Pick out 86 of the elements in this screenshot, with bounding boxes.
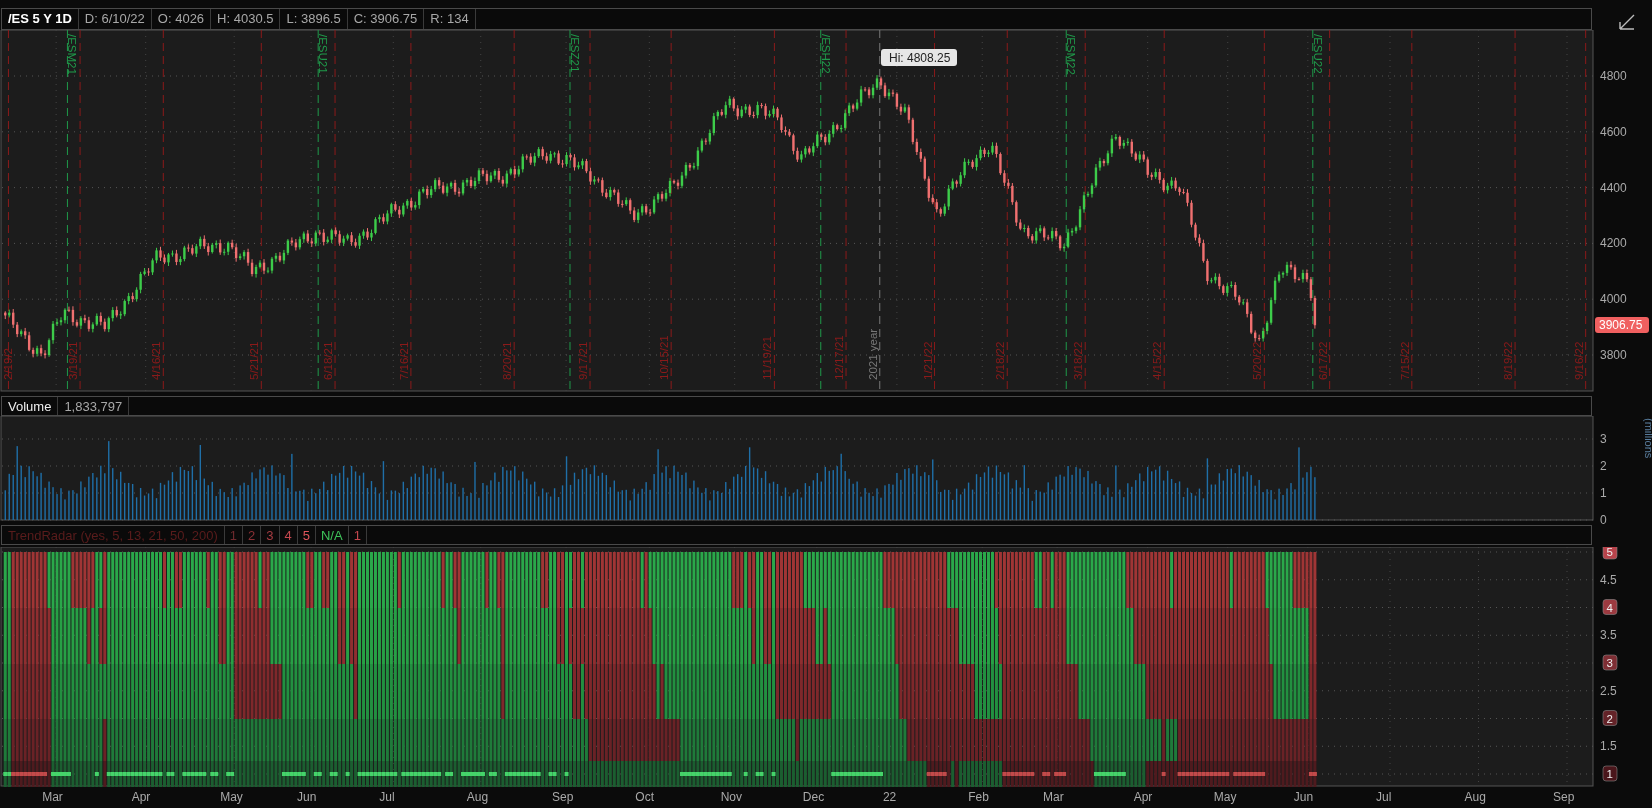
level-legend-item: 1 — [224, 526, 244, 544]
level-axis-label: 4.5 — [1600, 572, 1617, 587]
quote-field: R: 134 — [424, 8, 476, 29]
quote-field: H: 4030.5 — [211, 8, 281, 29]
volume-value: 1,833,797 — [58, 397, 130, 415]
month-label: Dec — [802, 790, 825, 804]
month-label: Sep — [552, 790, 574, 804]
date-label: 6/17/22 — [1316, 341, 1329, 380]
expiration-label: /ESH22 — [819, 34, 832, 74]
month-label: Jul — [379, 790, 395, 804]
high-price-label: Hi: 4808.25 — [881, 49, 957, 66]
month-label: Jul — [1376, 790, 1392, 804]
volume-axis-label: 0 — [1600, 513, 1607, 527]
drawing-tools-icon[interactable] — [1618, 12, 1636, 31]
month-label: Aug — [466, 790, 489, 804]
price-axis-label: 3800 — [1600, 348, 1627, 362]
month-label: Nov — [720, 790, 742, 804]
month-label: Mar — [42, 790, 63, 804]
level-legend-item: N/A — [316, 526, 349, 544]
level-badge: 3 — [1602, 654, 1618, 671]
year-label: 2021 year — [866, 328, 879, 380]
date-label: 9/16/22 — [1572, 341, 1585, 380]
level-badge: 1 — [1602, 765, 1618, 782]
level-legend-item: 1 — [348, 526, 367, 544]
month-label: 22 — [882, 790, 897, 804]
date-label: 1/21/22 — [921, 341, 934, 380]
expiration-label: /ESM21 — [66, 34, 79, 75]
date-label: 5/21/21 — [248, 341, 261, 380]
price-axis-label: 4400 — [1600, 180, 1627, 195]
volume-axis-label: 2 — [1600, 459, 1607, 473]
month-label: May — [220, 790, 243, 804]
expiration-label: /ESU22 — [1311, 34, 1324, 74]
month-label: Apr — [131, 790, 151, 804]
date-label: 10/15/21 — [658, 335, 671, 380]
date-label: 5/20/22 — [1251, 341, 1264, 380]
date-label: 12/17/21 — [833, 335, 846, 380]
quote-field: O: 4026 — [151, 8, 212, 29]
level-axis-label: 1.5 — [1600, 739, 1617, 754]
level-legend-item: 4 — [279, 526, 298, 544]
date-label: 7/15/22 — [1398, 341, 1411, 380]
date-label: 3/18/22 — [1072, 341, 1085, 380]
level-legend-item: 2 — [243, 526, 262, 544]
month-label: Apr — [1133, 790, 1153, 804]
volume-title: Volume — [2, 397, 59, 415]
quote-field: L: 3896.5 — [280, 8, 348, 29]
price-axis-label: 4800 — [1600, 69, 1627, 83]
price-axis-label: 4000 — [1600, 292, 1627, 307]
month-label: Jun — [1293, 790, 1314, 804]
month-label: Feb — [968, 790, 989, 804]
symbol-label[interactable]: /ES 5 Y 1D — [2, 8, 79, 29]
level-legend-item: 5 — [297, 526, 316, 544]
date-label: 2/19/2 — [2, 348, 14, 380]
date-label: 4/16/21 — [150, 341, 163, 380]
date-label: 7/16/21 — [397, 341, 410, 380]
month-label: Jun — [297, 790, 317, 804]
quote-field: C: 3906.75 — [347, 8, 425, 29]
expiration-label: /ESZ21 — [569, 34, 581, 73]
month-label: Mar — [1043, 790, 1064, 804]
level-badge: 4 — [1602, 599, 1618, 615]
month-label: May — [1213, 790, 1237, 804]
volume-axis-label: 1 — [1600, 486, 1607, 500]
date-label: 6/18/21 — [322, 341, 335, 380]
level-legend-item: 3 — [261, 526, 280, 544]
price-axis-label: 4200 — [1600, 236, 1627, 251]
level-badge: 2 — [1602, 710, 1618, 726]
month-label: Aug — [1464, 790, 1486, 804]
expiration-label: /ESU21 — [317, 34, 330, 74]
level-badge: 5 — [1602, 547, 1618, 560]
trendradar-title: TrendRadar (yes, 5, 13, 21, 50, 200) — [2, 526, 225, 544]
quote-field: D: 6/10/22 — [78, 8, 152, 29]
date-label: 9/17/21 — [577, 341, 589, 380]
date-label: 11/19/21 — [761, 336, 774, 380]
price-axis-label: 4600 — [1600, 124, 1627, 139]
month-label: Oct — [635, 790, 654, 804]
volume-unit-label: (millions — [1643, 418, 1652, 459]
date-label: 3/19/21 — [67, 341, 80, 380]
date-label: 2/18/22 — [994, 341, 1007, 380]
date-label: 8/19/22 — [1502, 341, 1515, 380]
level-axis-label: 3.5 — [1600, 628, 1617, 643]
date-label: 8/20/21 — [501, 341, 514, 380]
date-label: 4/15/22 — [1151, 341, 1164, 380]
volume-axis-label: 3 — [1600, 432, 1607, 446]
month-label: Sep — [1553, 790, 1575, 804]
last-price-badge: 3906.75 — [1595, 317, 1649, 333]
expiration-label: /ESM22 — [1065, 34, 1078, 75]
level-axis-label: 2.5 — [1600, 683, 1617, 698]
